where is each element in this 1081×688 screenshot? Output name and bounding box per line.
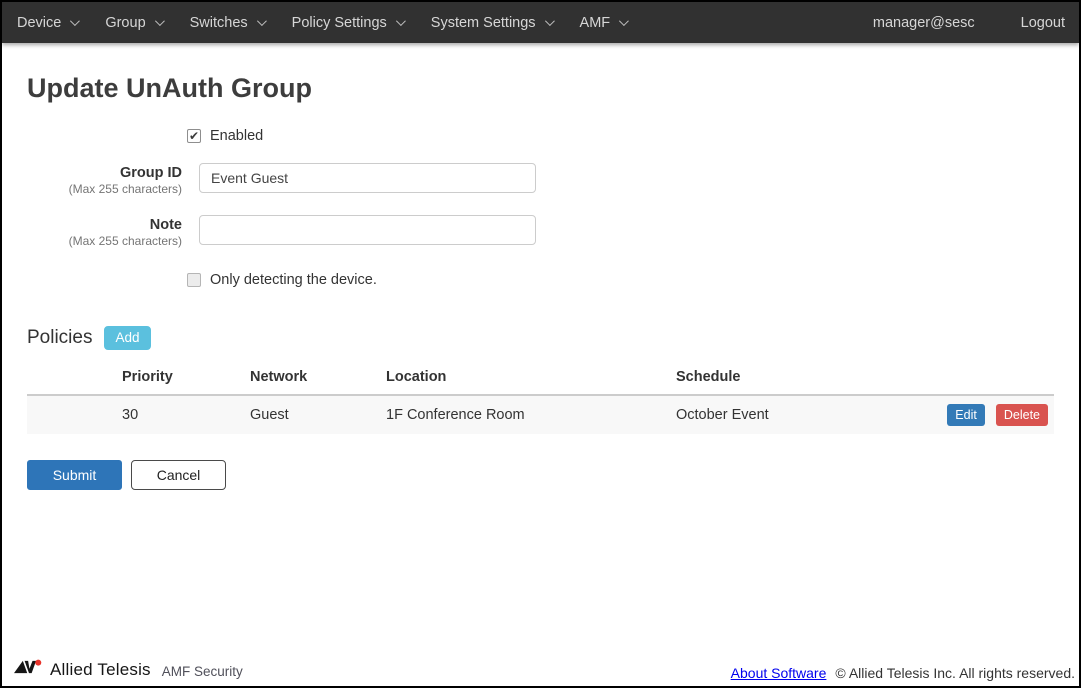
policies-table: Priority Network Location Schedule 30 Gu… [27,363,1054,434]
nav-item-switches[interactable]: Switches [176,2,278,43]
group-id-input[interactable] [199,163,536,193]
policies-header: Policies Add [27,326,1054,350]
only-detect-row: Only detecting the device. [187,272,1054,288]
product-name: AMF Security [162,664,243,679]
chevron-down-icon [70,16,80,26]
policies-table-header-row: Priority Network Location Schedule [27,363,1054,395]
main-content: Update UnAuth Group Enabled Group ID (Ma… [2,73,1079,490]
cell-location: 1F Conference Room [378,395,668,434]
page-title: Update UnAuth Group [27,73,1054,104]
group-id-hint: (Max 255 characters) [27,182,182,196]
nav-item-label: Policy Settings [292,15,387,31]
group-id-label: Group ID [27,165,182,181]
unauth-group-form: Enabled Group ID (Max 255 characters) No… [27,128,1054,288]
chevron-down-icon [396,16,406,26]
submit-button[interactable]: Submit [27,460,122,490]
delete-policy-button[interactable]: Delete [996,404,1048,426]
nav-item-amf[interactable]: AMF [566,2,641,43]
brand-wordmark: Allied Telesis [50,660,151,680]
footer: Allied Telesis AMF Security About Softwa… [2,658,1079,686]
group-id-input-col [199,163,536,196]
column-header-actions [924,363,1054,395]
column-header-network: Network [242,363,378,395]
chevron-down-icon [619,16,629,26]
policies-heading: Policies [27,327,92,349]
chevron-down-icon [257,16,267,26]
app-window: Device Group Switches Policy Settings Sy… [0,0,1081,688]
column-header-schedule: Schedule [668,363,924,395]
note-label: Note [27,217,182,233]
nav-item-group[interactable]: Group [91,2,175,43]
cell-priority: 30 [27,395,242,434]
cell-actions: Edit Delete [924,395,1054,434]
cell-schedule: October Event [668,395,924,434]
note-input[interactable] [199,215,536,245]
nav-item-label: AMF [580,15,611,31]
column-header-location: Location [378,363,668,395]
navbar-right: manager@sesc Logout [873,15,1065,31]
logged-in-user: manager@sesc [873,15,975,31]
chevron-down-icon [545,16,555,26]
edit-policy-button[interactable]: Edit [947,404,985,426]
only-detect-label: Only detecting the device. [210,272,377,288]
about-software-link[interactable]: About Software [731,665,827,681]
footer-brand-block: Allied Telesis AMF Security [14,658,243,681]
top-navbar: Device Group Switches Policy Settings Sy… [2,2,1079,43]
nav-item-policy-settings[interactable]: Policy Settings [278,2,417,43]
add-policy-button[interactable]: Add [104,326,150,350]
nav-item-label: System Settings [431,15,536,31]
nav-item-device[interactable]: Device [17,2,91,43]
cancel-button[interactable]: Cancel [131,460,226,490]
table-row: 30 Guest 1F Conference Room October Even… [27,395,1054,434]
only-detect-checkbox[interactable] [187,273,201,287]
enabled-label: Enabled [210,128,263,144]
nav-item-system-settings[interactable]: System Settings [417,2,566,43]
footer-legal-block: About Software © Allied Telesis Inc. All… [731,665,1075,681]
allied-telesis-logo-icon [14,658,44,681]
chevron-down-icon [155,16,165,26]
note-row: Note (Max 255 characters) [27,215,1054,248]
note-input-col [199,215,536,248]
nav-item-label: Device [17,15,61,31]
note-hint: (Max 255 characters) [27,234,182,248]
nav-item-label: Switches [190,15,248,31]
cell-network: Guest [242,395,378,434]
copyright-text: © Allied Telesis Inc. All rights reserve… [835,665,1075,681]
note-label-block: Note (Max 255 characters) [27,215,182,248]
group-id-label-block: Group ID (Max 255 characters) [27,163,182,196]
logout-button[interactable]: Logout [1021,15,1065,31]
form-actions: Submit Cancel [27,460,1054,490]
enabled-row: Enabled [187,128,1054,144]
column-header-priority: Priority [27,363,242,395]
group-id-row: Group ID (Max 255 characters) [27,163,1054,196]
nav-item-label: Group [105,15,145,31]
enabled-checkbox[interactable] [187,129,201,143]
